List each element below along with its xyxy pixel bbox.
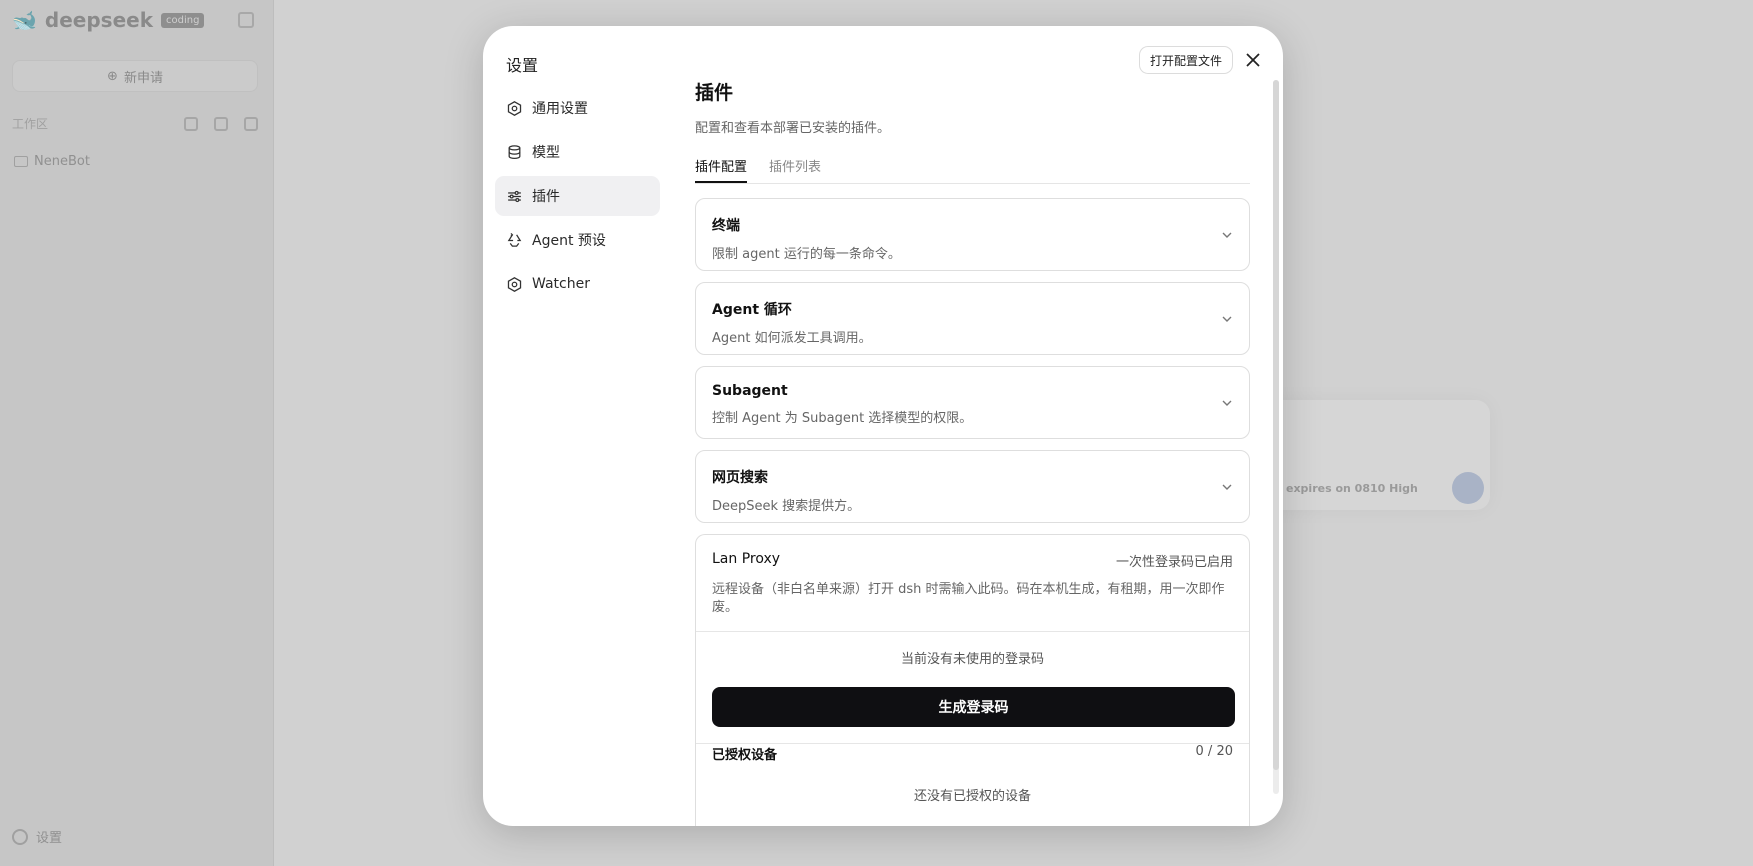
nav-label: 模型: [532, 145, 560, 161]
logo-text: deepseek: [44, 8, 154, 32]
new-chat-button[interactable]: ⊕ 新申请: [12, 60, 258, 92]
whale-icon: 🐋: [12, 8, 37, 32]
database-icon: [508, 144, 521, 159]
send-button[interactable]: [1452, 472, 1484, 504]
authorized-devices-count: 0 / 20: [1195, 744, 1233, 759]
close-icon: [1246, 53, 1260, 67]
lan-proxy-title: Lan Proxy: [712, 551, 781, 567]
workspace-header: 工作区: [12, 115, 258, 132]
card-desc: 控制 Agent 为 Subagent 选择模型的权限。: [712, 411, 973, 426]
card-title: Subagent: [712, 383, 788, 399]
plugins-panel: 插件 配置和查看本部署已安装的插件。 插件配置 插件列表 终端 限制 agent…: [695, 78, 1250, 826]
chevron-down-icon: [1222, 484, 1232, 490]
no-devices-message: 还没有已授权的设备: [913, 789, 1031, 804]
divider: [696, 743, 1249, 744]
filter-icon[interactable]: [214, 116, 228, 131]
lan-proxy-desc: 远程设备（非白名单来源）打开 dsh 时需输入此码。码在本机生成，有租期，用一次…: [712, 582, 1225, 615]
divider: [696, 631, 1249, 632]
scrollbar-thumb[interactable]: [1273, 80, 1279, 770]
recycle-icon: [507, 232, 522, 247]
tab-plugin-config[interactable]: 插件配置: [695, 152, 748, 183]
folder-icon: [14, 156, 28, 167]
card-desc: Agent 如何派发工具调用。: [712, 331, 872, 346]
app-logo: 🐋 deepseek coding: [12, 8, 205, 32]
chevron-down-icon: [1222, 232, 1232, 238]
nav-item-agent-preset[interactable]: Agent 预设: [495, 220, 660, 260]
gear-icon: [507, 276, 522, 292]
new-folder-icon[interactable]: [244, 116, 258, 131]
nav-label: Agent 预设: [532, 233, 606, 249]
gear-icon: [12, 828, 28, 845]
card-title: 网页搜索: [712, 470, 768, 486]
plugin-card-agent-loop[interactable]: Agent 循环 Agent 如何派发工具调用。: [695, 282, 1250, 355]
nav-label: 通用设置: [532, 101, 588, 117]
close-button[interactable]: [1243, 50, 1263, 70]
open-config-button[interactable]: 打开配置文件: [1139, 46, 1234, 74]
new-chat-label: 新申请: [123, 70, 163, 86]
card-desc: DeepSeek 搜索提供方。: [712, 499, 861, 514]
chevron-down-icon: [1222, 316, 1232, 322]
search-icon[interactable]: [184, 116, 198, 131]
sliders-icon: [508, 190, 521, 202]
plugin-card-web-search[interactable]: 网页搜索 DeepSeek 搜索提供方。: [695, 450, 1250, 523]
collapse-sidebar-icon[interactable]: [238, 12, 254, 28]
nav-item-model[interactable]: 模型: [495, 132, 660, 172]
plus-icon: ⊕: [107, 68, 118, 84]
nav-label: 插件: [532, 189, 560, 205]
settings-modal: 设置 通用设置 模型 插件 Agent 预设 Watcher 打开配置文件 插件…: [483, 26, 1283, 826]
authorized-devices-title: 已授权设备: [712, 748, 778, 763]
logo-badge: coding: [161, 12, 205, 28]
nav-label: Watcher: [532, 276, 590, 292]
page-title: 插件: [695, 82, 734, 104]
generate-code-button[interactable]: 生成登录码: [712, 687, 1235, 727]
card-title: 终端: [712, 218, 740, 234]
plugin-card-subagent[interactable]: Subagent 控制 Agent 为 Subagent 选择模型的权限。: [695, 366, 1250, 439]
no-code-message: 当前没有未使用的登录码: [900, 652, 1044, 667]
nav-item-plugins[interactable]: 插件: [495, 176, 660, 216]
card-desc: 限制 agent 运行的每一条命令。: [712, 247, 901, 262]
nav-item-watcher[interactable]: Watcher: [495, 264, 660, 304]
settings-label: 设置: [36, 831, 63, 846]
app-sidebar: 🐋 deepseek coding ⊕ 新申请 工作区 NeneBot 设置: [0, 0, 274, 866]
folder-item[interactable]: NeneBot: [14, 154, 90, 169]
settings-nav: 通用设置 模型 插件 Agent 预设 Watcher: [495, 88, 660, 308]
composer-hint: expires on 0810 High: [1286, 482, 1418, 495]
folder-name: NeneBot: [34, 154, 90, 169]
page-subtitle: 配置和查看本部署已安装的插件。: [695, 121, 891, 136]
sidebar-settings[interactable]: 设置: [12, 827, 62, 846]
gear-icon: [507, 100, 522, 116]
tab-plugin-list[interactable]: 插件列表: [769, 152, 821, 183]
chevron-down-icon: [1222, 400, 1232, 406]
plugin-cards: 终端 限制 agent 运行的每一条命令。 Agent 循环 Agent 如何派…: [695, 198, 1250, 826]
lan-proxy-panel: Lan Proxy 一次性登录码已启用 远程设备（非白名单来源）打开 dsh 时…: [695, 534, 1250, 826]
plugin-card-terminal[interactable]: 终端 限制 agent 运行的每一条命令。: [695, 198, 1250, 271]
nav-item-general[interactable]: 通用设置: [495, 88, 660, 128]
workspace-label: 工作区: [12, 117, 49, 131]
card-title: Agent 循环: [712, 302, 792, 318]
lan-proxy-status: 一次性登录码已启用: [1115, 555, 1233, 570]
plugin-tabs: 插件配置 插件列表: [695, 152, 1250, 184]
modal-title: 设置: [506, 56, 539, 75]
